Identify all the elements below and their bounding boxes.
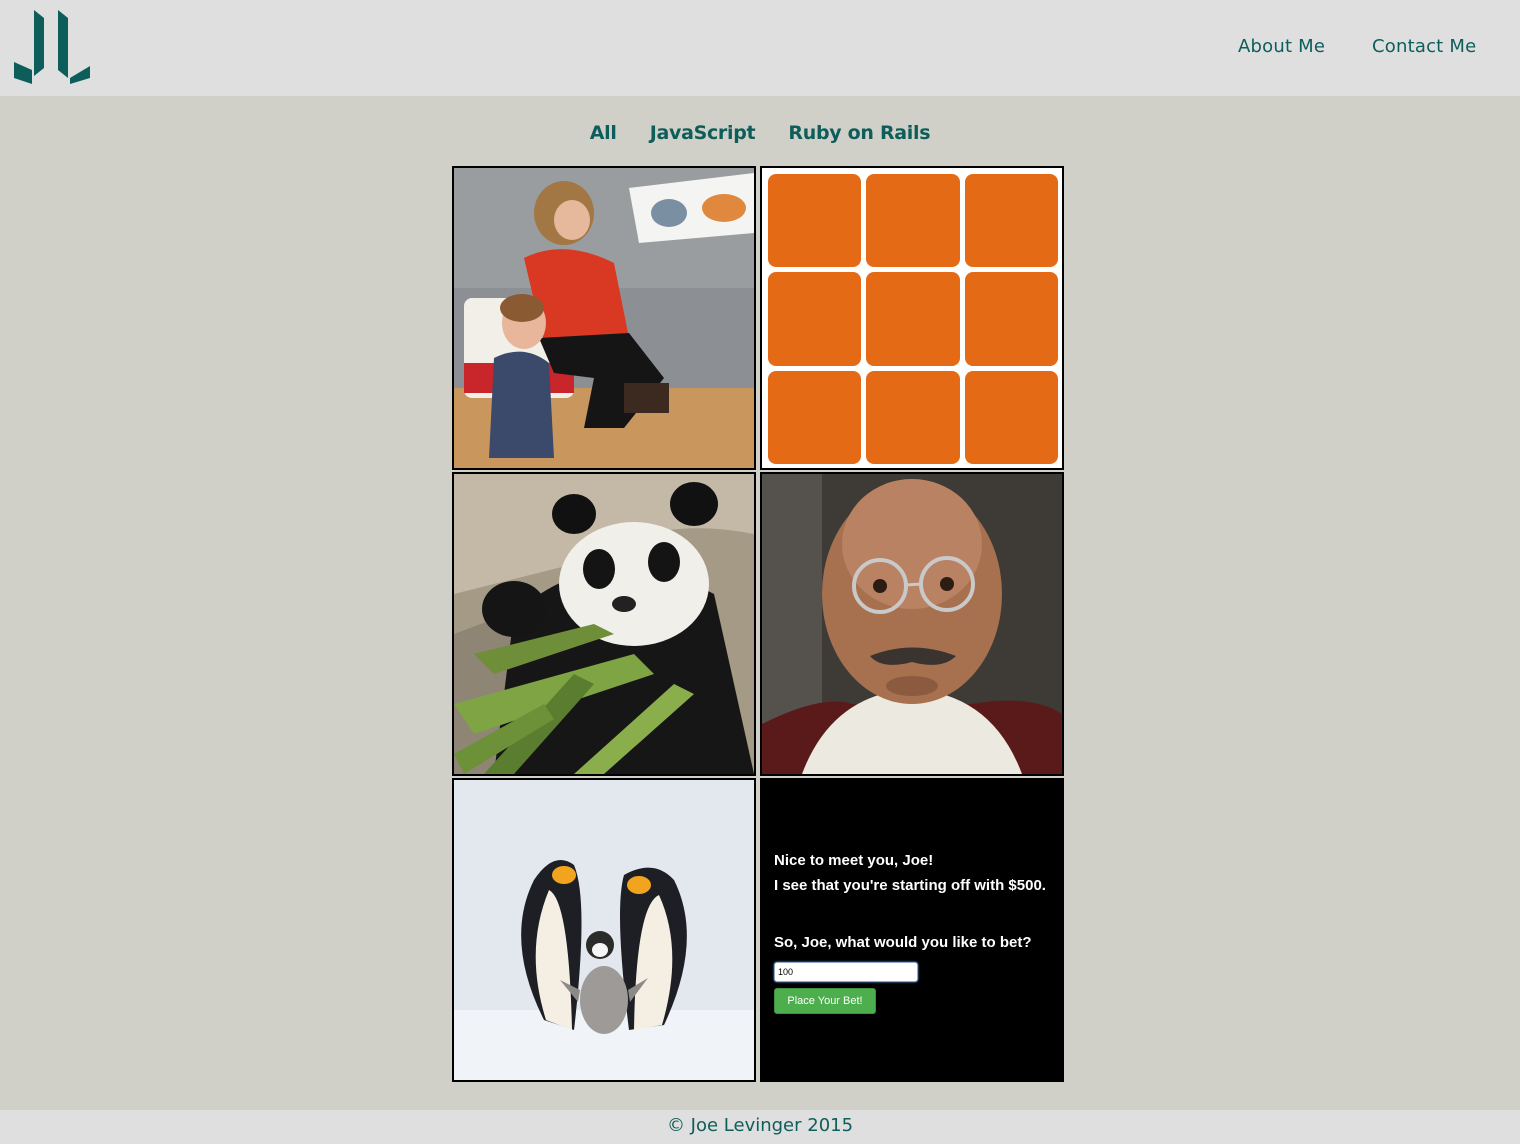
- project-tile-portrait[interactable]: [760, 472, 1064, 776]
- filter-javascript[interactable]: JavaScript: [650, 122, 756, 144]
- card: [964, 174, 1058, 268]
- portfolio-grid: Nice to meet you, Joe! I see that you're…: [452, 166, 1064, 1082]
- jl-logo-icon[interactable]: [12, 8, 92, 86]
- card: [964, 370, 1058, 464]
- project-tile-card-grid[interactable]: [760, 166, 1064, 470]
- nav-about-me[interactable]: About Me: [1238, 36, 1325, 57]
- card: [768, 174, 862, 268]
- bet-bankroll: I see that you're starting off with $500…: [774, 877, 1046, 894]
- card: [866, 370, 960, 464]
- card: [768, 272, 862, 366]
- site-footer: © Joe Levinger 2015: [0, 1110, 1520, 1144]
- portrait-photo: [762, 474, 1062, 774]
- project-tile-bet-game[interactable]: Nice to meet you, Joe! I see that you're…: [760, 778, 1064, 1082]
- card: [964, 272, 1058, 366]
- project-tile-panda[interactable]: [452, 472, 756, 776]
- card: [866, 272, 960, 366]
- copyright-text: © Joe Levinger 2015: [666, 1115, 854, 1136]
- bet-greeting: Nice to meet you, Joe!: [774, 852, 934, 869]
- bet-amount-input[interactable]: [774, 962, 918, 982]
- filter-ruby-on-rails[interactable]: Ruby on Rails: [788, 122, 930, 144]
- site-header: About Me Contact Me: [0, 0, 1520, 96]
- filter-all[interactable]: All: [590, 122, 617, 144]
- bet-prompt: So, Joe, what would you like to bet?: [774, 934, 1032, 951]
- project-tile-penguins[interactable]: [452, 778, 756, 1082]
- nav-contact-me[interactable]: Contact Me: [1372, 36, 1476, 57]
- card-grid: [768, 174, 1058, 464]
- reading-photo: [454, 168, 754, 468]
- place-bet-button[interactable]: Place Your Bet!: [774, 988, 876, 1014]
- project-tile-reading[interactable]: [452, 166, 756, 470]
- card: [866, 174, 960, 268]
- panda-photo: [454, 474, 754, 774]
- portfolio-filters: All JavaScript Ruby on Rails: [0, 122, 1520, 144]
- penguins-photo: [454, 780, 754, 1080]
- card: [768, 370, 862, 464]
